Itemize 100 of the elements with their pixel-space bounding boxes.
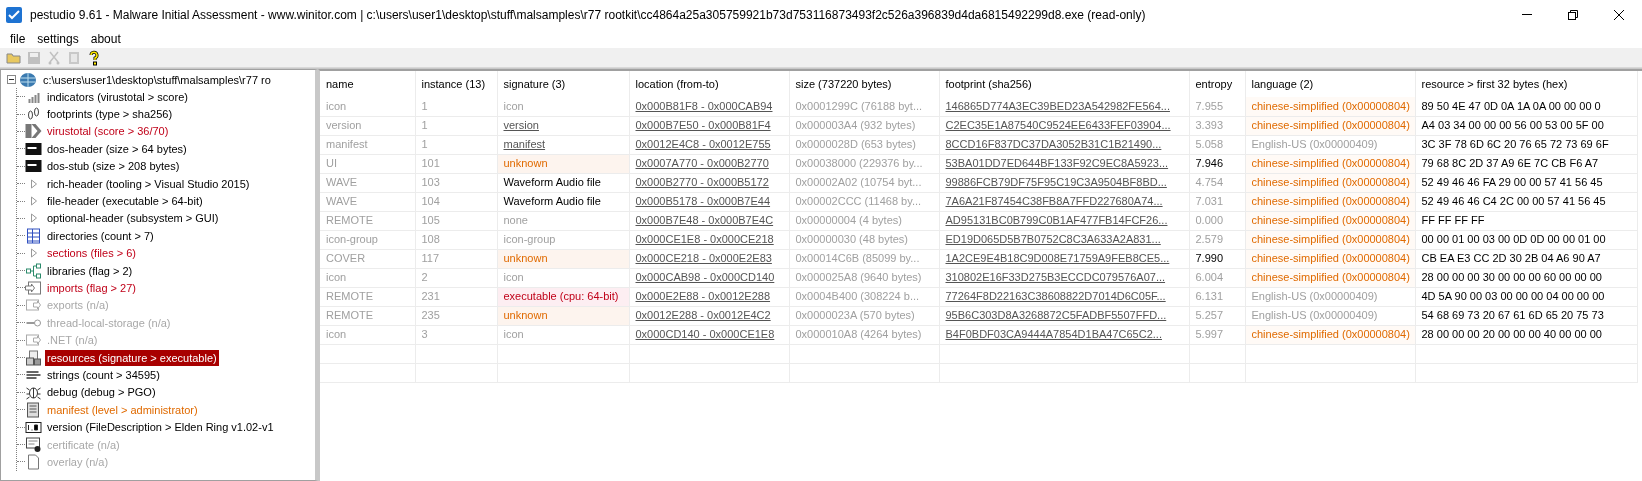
link[interactable]: 0x000B7E48 - 0x000B7E4C: [629, 211, 789, 230]
link[interactable]: B4F0BDF03CA9444A7854D1BA47C65C2...: [939, 325, 1189, 344]
link[interactable]: 0x0012E4C8 - 0x0012E755: [629, 135, 789, 154]
link[interactable]: 0x000B7E50 - 0x000B81F4: [629, 116, 789, 135]
table-cell: 105: [415, 211, 497, 230]
table-cell: UI: [320, 154, 415, 173]
table-cell: 0x00002A02 (10754 byt...: [789, 173, 939, 192]
table-cell: 2: [415, 268, 497, 287]
tree-item[interactable]: debug (debug > PGO): [45, 384, 158, 401]
link[interactable]: 146865D774A3EC39BED23A542982FE564...: [939, 97, 1189, 116]
tree-item[interactable]: rich-header (tooling > Visual Studio 2015): [45, 175, 252, 192]
link[interactable]: 99886FCB79DF75F95C19C3A9504BF8BD...: [939, 173, 1189, 192]
table-cell: 0x0000028D (653 bytes): [789, 135, 939, 154]
link[interactable]: 0x000B2770 - 0x000B5172: [629, 173, 789, 192]
tree-item[interactable]: strings (count > 34595): [45, 366, 162, 383]
tree-item[interactable]: libraries (flag > 2): [45, 262, 135, 279]
collapse-icon[interactable]: [7, 75, 16, 84]
table-cell: 0x00002CCC (11468 by...: [789, 192, 939, 211]
link[interactable]: 0x0012E288 - 0x0012E4C2: [629, 306, 789, 325]
tree-item[interactable]: version (FileDescription > Elden Ring v1.02-v1: [45, 419, 276, 436]
table-cell: 1: [415, 135, 497, 154]
link[interactable]: ED19D065D5B7B0752C8C3A633A2A831...: [939, 230, 1189, 249]
table-cell: 7.990: [1189, 249, 1245, 268]
footprint-icon: [25, 106, 42, 123]
column-header[interactable]: resource > first 32 bytes (hex): [1415, 71, 1638, 97]
table-cell: 0x00000030 (48 bytes): [789, 230, 939, 249]
version-icon: [25, 419, 42, 436]
page-icon: [25, 453, 42, 470]
table-cell: 103: [415, 173, 497, 192]
app-icon: [6, 6, 22, 23]
table-cell: icon-group: [320, 230, 415, 249]
table-cell: WAVE: [320, 173, 415, 192]
table-cell: 1: [415, 116, 497, 135]
table-cell: 28 00 00 00 30 00 00 00 60 00 00 00: [1415, 268, 1638, 287]
tree-item[interactable]: optional-header (subsystem > GUI): [45, 210, 221, 227]
table-cell: 7.946: [1189, 154, 1245, 173]
tree-item[interactable]: sections (files > 6): [45, 245, 138, 262]
table-cell: 101: [415, 154, 497, 173]
link[interactable]: 0x000CE1E8 - 0x000CE218: [629, 230, 789, 249]
tree-item[interactable]: c:\users\user1\desktop\stuff\malsamples\r77 ro: [41, 71, 273, 88]
column-header[interactable]: footprint (sha256): [939, 71, 1189, 97]
table-cell: 79 68 8C 2D 37 A9 6E 7C CB F6 A7: [1415, 154, 1638, 173]
link[interactable]: 0x000CAB98 - 0x000CD140: [629, 268, 789, 287]
column-header[interactable]: name: [320, 71, 415, 97]
tree-item[interactable]: imports (flag > 27): [45, 280, 138, 296]
tree-item[interactable]: indicators (virustotal > score): [45, 88, 190, 105]
menu-item[interactable]: file: [4, 27, 32, 50]
link[interactable]: 53BA01DD7ED644BF133F92C9EC8A5923...: [939, 154, 1189, 173]
link[interactable]: C2EC35E1A87540C9524EE6433FEF03904...: [939, 116, 1189, 135]
tree-item[interactable]: directories (count > 7): [45, 227, 156, 244]
link[interactable]: AD95131BC0B799C0B1AF477FB14FCF26...: [939, 211, 1189, 230]
table-cell: chinese-simplified (0x00000804): [1245, 97, 1415, 116]
link[interactable]: version: [497, 116, 629, 135]
bug-icon: [25, 384, 42, 401]
tree-item[interactable]: virustotal (score > 36/70): [45, 123, 171, 140]
tree-item[interactable]: footprints (type > sha256): [45, 106, 175, 123]
tree-item[interactable]: dos-header (size > 64 bytes): [45, 140, 189, 157]
table-cell: 3: [415, 325, 497, 344]
tree-item[interactable]: resources (signature > executable): [45, 349, 219, 366]
table-cell: REMOTE: [320, 287, 415, 306]
table-cell: 5.257: [1189, 306, 1245, 325]
link[interactable]: 0x0007A770 - 0x000B2770: [629, 154, 789, 173]
column-header[interactable]: size (737220 bytes): [789, 71, 939, 97]
column-header[interactable]: signature (3): [497, 71, 629, 97]
table-cell: 0x0000023A (570 bytes): [789, 306, 939, 325]
console-icon: [25, 140, 42, 157]
table-cell: 0x00014C6B (85099 by...: [789, 249, 939, 268]
table-cell: 0.000: [1189, 211, 1245, 230]
link[interactable]: 7A6A21F87454C38FB8A7FFD227680A74...: [939, 192, 1189, 211]
table-cell: 4D 5A 90 00 03 00 00 00 04 00 00 00: [1415, 287, 1638, 306]
column-header[interactable]: entropy: [1189, 71, 1245, 97]
link[interactable]: manifest: [497, 135, 629, 154]
table-cell: 6.004: [1189, 268, 1245, 287]
link[interactable]: 95B6C303D8A3268872C5FADBF5507FFD...: [939, 306, 1189, 325]
link[interactable]: 0x000B5178 - 0x000B7E44: [629, 192, 789, 211]
link[interactable]: 310802E16F33D275B3ECCDC079576A07...: [939, 268, 1189, 287]
menu-item[interactable]: about: [84, 27, 127, 50]
link[interactable]: 0x000B81F8 - 0x000CAB94: [629, 97, 789, 116]
table-cell: FF FF FF FF: [1415, 211, 1638, 230]
table-cell: REMOTE: [320, 306, 415, 325]
link[interactable]: 1A2CE9E4B18C9D008E71759A9FEB8CE5...: [939, 249, 1189, 268]
tree-item[interactable]: file-header (executable > 64-bit): [45, 193, 205, 210]
table-cell: REMOTE: [320, 211, 415, 230]
link[interactable]: 0x000E2E88 - 0x0012E288: [629, 287, 789, 306]
table-cell: CB EA E3 CC 2D 30 2B 04 A6 90 A7: [1415, 249, 1638, 268]
column-header[interactable]: instance (13): [415, 71, 497, 97]
table-cell: version: [320, 116, 415, 135]
table-cell: icon: [320, 268, 415, 287]
table-cell: English-US (0x00000409): [1245, 287, 1415, 306]
document-icon: [25, 401, 42, 418]
link[interactable]: 0x000CE218 - 0x000E2E83: [629, 249, 789, 268]
menu-item[interactable]: settings: [31, 27, 85, 50]
tree-item[interactable]: manifest (level > administrator): [45, 401, 200, 418]
link[interactable]: 77264F8D22163C38608822D7014D6C05F...: [939, 287, 1189, 306]
column-header[interactable]: location (from-to): [629, 71, 789, 97]
tree-item[interactable]: dos-stub (size > 208 bytes): [45, 158, 182, 175]
link[interactable]: 0x000CD140 - 0x000CE1E8: [629, 325, 789, 344]
console-icon: [25, 158, 42, 175]
table-cell: manifest: [320, 135, 415, 154]
link[interactable]: 8CCD16F837DC37DA3052B31C1B21490...: [939, 135, 1189, 154]
